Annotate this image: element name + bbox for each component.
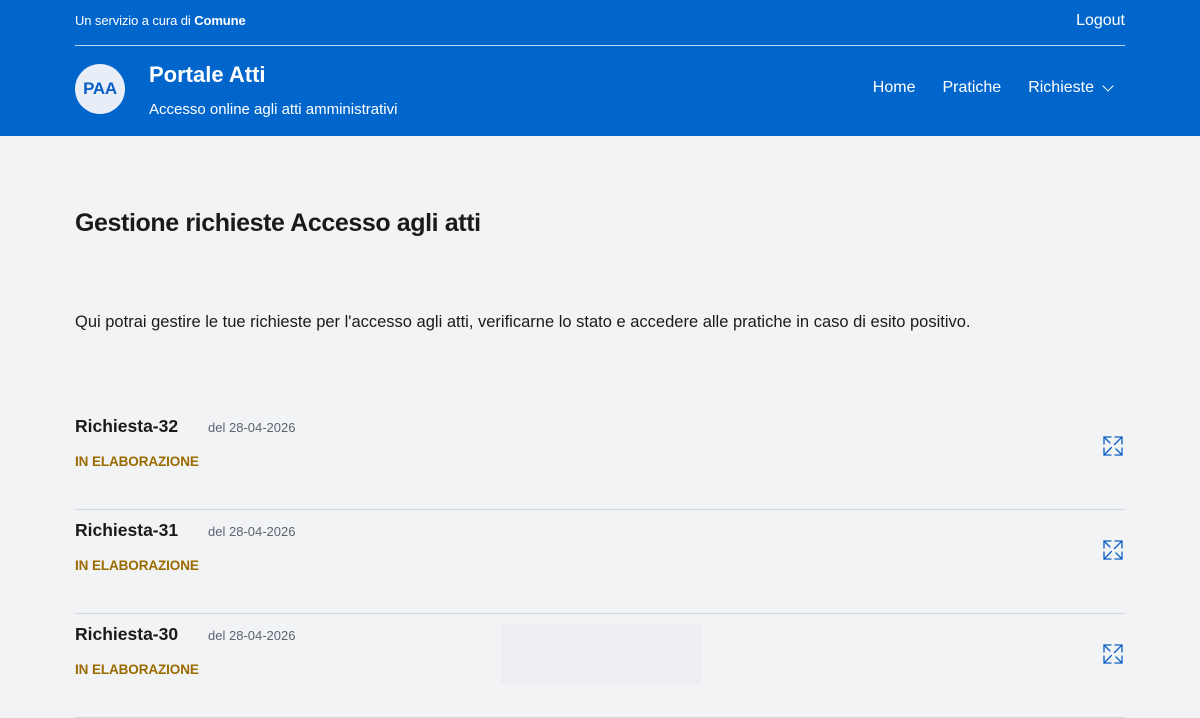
loading-overlay xyxy=(501,624,701,684)
request-date: del 28-04-2026 xyxy=(208,628,296,643)
main-nav: Home Pratiche Richieste xyxy=(873,79,1114,97)
nav-richieste-label: Richieste xyxy=(1028,79,1094,96)
requests-list: Richiesta-32 del 28-04-2026 IN ELABORAZI… xyxy=(75,406,1125,718)
header: Un servizio a cura di Comune Logout PAA … xyxy=(0,0,1200,136)
request-name: Richiesta-31 xyxy=(75,520,179,540)
nav-pratiche[interactable]: Pratiche xyxy=(942,79,1001,97)
status-badge: IN ELABORAZIONE xyxy=(75,454,199,469)
service-owner: Comune xyxy=(194,13,246,28)
service-owner-text: Un servizio a cura di Comune xyxy=(75,13,246,28)
logo-badge: PAA xyxy=(75,64,125,114)
logo: PAA xyxy=(75,60,125,118)
site-subtitle: Accesso online agli atti amministrativi xyxy=(149,101,398,118)
nav-home[interactable]: Home xyxy=(873,79,916,97)
list-item[interactable]: Richiesta-32 del 28-04-2026 IN ELABORAZI… xyxy=(75,406,1125,510)
nav-richieste-dropdown[interactable]: Richieste xyxy=(1028,79,1114,97)
page-description: Qui potrai gestire le tue richieste per … xyxy=(75,313,971,331)
chevron-down-icon xyxy=(1102,79,1114,92)
site-title: Portale Atti xyxy=(149,62,266,87)
request-date: del 28-04-2026 xyxy=(208,420,296,435)
request-name: Richiesta-32 xyxy=(75,416,179,436)
list-item[interactable]: Richiesta-31 del 28-04-2026 IN ELABORAZI… xyxy=(75,510,1125,614)
status-badge: IN ELABORAZIONE xyxy=(75,558,199,573)
slim-header: Un servizio a cura di Comune Logout xyxy=(75,0,1125,46)
service-prefix: Un servizio a cura di xyxy=(75,13,191,28)
request-name: Richiesta-30 xyxy=(75,624,179,644)
request-date: del 28-04-2026 xyxy=(208,524,296,539)
expand-icon[interactable] xyxy=(1101,434,1125,458)
expand-icon[interactable] xyxy=(1101,538,1125,562)
page-title: Gestione richieste Accesso agli atti xyxy=(75,209,481,237)
expand-icon[interactable] xyxy=(1101,642,1125,666)
logout-link[interactable]: Logout xyxy=(1076,12,1125,30)
